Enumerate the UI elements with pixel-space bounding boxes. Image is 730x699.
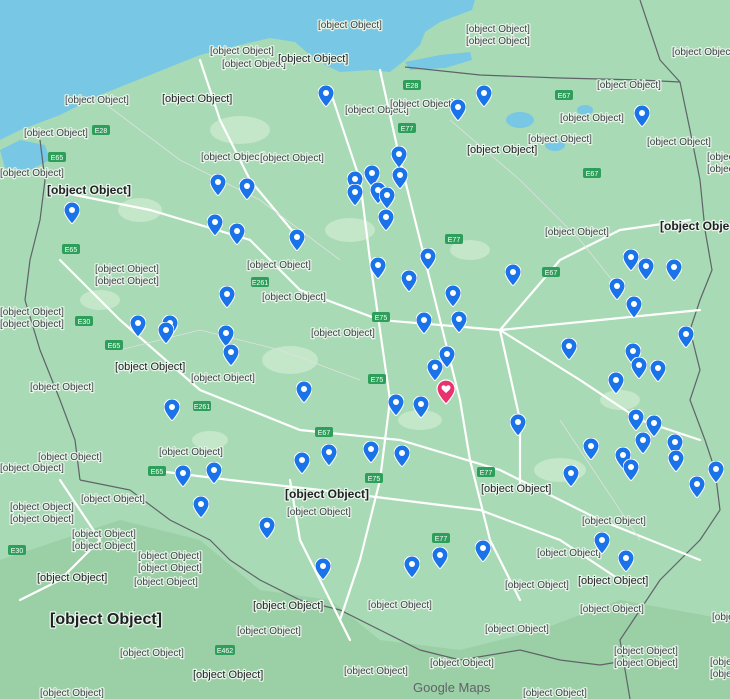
place-label[interactable]: [object Object] — [613, 657, 680, 671]
place-label[interactable]: [object Object] — [581, 515, 648, 529]
place-label[interactable]: [object Object] — [536, 547, 603, 561]
place-label[interactable]: [object Object] — [429, 657, 496, 671]
place-label[interactable]: [object Object] — [246, 259, 313, 273]
place-label[interactable]: [object Object] — [343, 665, 410, 679]
place-label[interactable]: [object Object] — [596, 79, 663, 93]
road-label: E67 — [586, 171, 599, 178]
lake — [506, 112, 534, 128]
place-label[interactable]: [object Object] — [522, 687, 589, 699]
road-label: E67 — [318, 430, 331, 437]
road-label: E261 — [252, 280, 268, 287]
road-label: E67 — [545, 270, 558, 277]
place-label[interactable]: [object Object] — [527, 133, 594, 147]
place-label[interactable]: [object Object] — [209, 45, 276, 59]
place-label[interactable]: [object Object] — [9, 501, 76, 515]
place-label[interactable]: [object Object] — [389, 98, 456, 112]
place-label[interactable]: [object Object] — [64, 94, 131, 108]
map-canvas[interactable]: E28 E28 E77 E65 E67 E77 E261 E30 E65 E26… — [0, 0, 730, 699]
place-label[interactable]: [object Object] — [367, 599, 434, 613]
place-label[interactable]: [object Object] — [252, 599, 325, 614]
road-label: E65 — [151, 469, 164, 476]
place-label[interactable]: [object Object] — [646, 136, 713, 150]
place-label[interactable]: [object Object] — [286, 506, 353, 520]
place-label[interactable]: [object Object] — [310, 327, 377, 341]
place-label[interactable]: [object Object] — [0, 318, 65, 332]
place-label[interactable]: [object Object] — [709, 656, 730, 670]
place-label[interactable]: [object Object] — [71, 528, 138, 542]
road-label: E30 — [11, 548, 24, 555]
place-label[interactable]: [object Object] — [46, 182, 133, 199]
place-label[interactable]: [object Object] — [36, 571, 109, 586]
place-label[interactable]: [object Object] — [277, 52, 350, 67]
road-label: E75 — [368, 476, 381, 483]
place-label[interactable]: [object Object] — [480, 482, 553, 497]
place-label[interactable]: [object Object] — [577, 574, 650, 589]
place-label[interactable]: [object Object] — [29, 381, 96, 395]
place-label[interactable]: [object Object] — [466, 143, 539, 158]
road-label: E28 — [95, 128, 108, 135]
road-label: E261 — [194, 404, 210, 411]
road-label: E65 — [108, 343, 121, 350]
place-label[interactable]: [object Object] — [284, 486, 371, 503]
map-attribution: Google Maps — [413, 680, 491, 695]
place-label[interactable]: [object Object] — [544, 226, 611, 240]
road-label: E77 — [435, 536, 448, 543]
place-label[interactable]: [object Object] — [158, 446, 225, 460]
place-label[interactable]: [object Object] — [559, 112, 626, 126]
place-label[interactable]: [object Object] — [659, 218, 730, 235]
place-label[interactable]: [object Object] — [709, 668, 730, 682]
place-label[interactable]: [object Object] — [137, 550, 204, 564]
place-label[interactable]: [object Object] — [71, 540, 138, 554]
place-label[interactable]: [object Object] — [317, 19, 384, 33]
place-label[interactable]: [object Object] — [49, 610, 164, 630]
road-label: E65 — [51, 155, 64, 162]
place-label[interactable]: [object Object] — [200, 151, 267, 165]
place-label[interactable]: [object Object] — [192, 668, 265, 683]
place-label[interactable]: [object Object] — [259, 152, 326, 166]
road-label: E28 — [406, 83, 419, 90]
road-label: E65 — [65, 247, 78, 254]
road-label: E77 — [480, 470, 493, 477]
place-label[interactable]: [object Object] — [613, 645, 680, 659]
place-label[interactable]: [object Object] — [465, 35, 532, 49]
place-label[interactable]: [object Object] — [133, 576, 200, 590]
place-label[interactable]: [object Object] — [119, 647, 186, 661]
place-label[interactable]: [object Object] — [706, 163, 730, 177]
place-label[interactable]: [object Object] — [711, 611, 730, 625]
place-label[interactable]: [object Object] — [0, 306, 65, 320]
place-label[interactable]: [object Object] — [94, 263, 161, 277]
place-label[interactable]: [object Object] — [236, 625, 303, 639]
place-label[interactable]: [object Object] — [579, 603, 646, 617]
place-label[interactable]: [object Object] — [23, 127, 90, 141]
place-label[interactable]: [object Object] — [706, 151, 730, 165]
place-label[interactable]: [object Object] — [0, 167, 65, 181]
place-label[interactable]: [object Object] — [504, 579, 571, 593]
place-label[interactable]: [object Object] — [39, 687, 106, 699]
place-label[interactable]: [object Object] — [221, 58, 288, 72]
road-label: E77 — [401, 126, 414, 133]
road-label: E30 — [78, 319, 91, 326]
road-label: E462 — [217, 648, 233, 655]
place-label[interactable]: [object Object] — [484, 623, 551, 637]
place-label[interactable]: [object Object] — [94, 275, 161, 289]
place-label[interactable]: [object Object] — [465, 23, 532, 37]
place-label[interactable]: [object Object] — [137, 562, 204, 576]
place-label[interactable]: [object Object] — [190, 372, 257, 386]
place-label[interactable]: [object Object] — [161, 92, 234, 107]
road-label: E77 — [448, 237, 461, 244]
road-label: E75 — [371, 377, 384, 384]
place-label[interactable]: [object Object] — [0, 462, 65, 476]
place-label[interactable]: [object Object] — [80, 493, 147, 507]
place-label[interactable]: [object Object] — [37, 451, 104, 465]
place-label[interactable]: [object Object] — [114, 360, 187, 375]
place-label[interactable]: [object Object] — [9, 513, 76, 527]
place-label[interactable]: [object Object] — [671, 46, 730, 60]
road-label: E75 — [375, 315, 388, 322]
road-label: E67 — [558, 93, 571, 100]
place-label[interactable]: [object Object] — [261, 291, 328, 305]
